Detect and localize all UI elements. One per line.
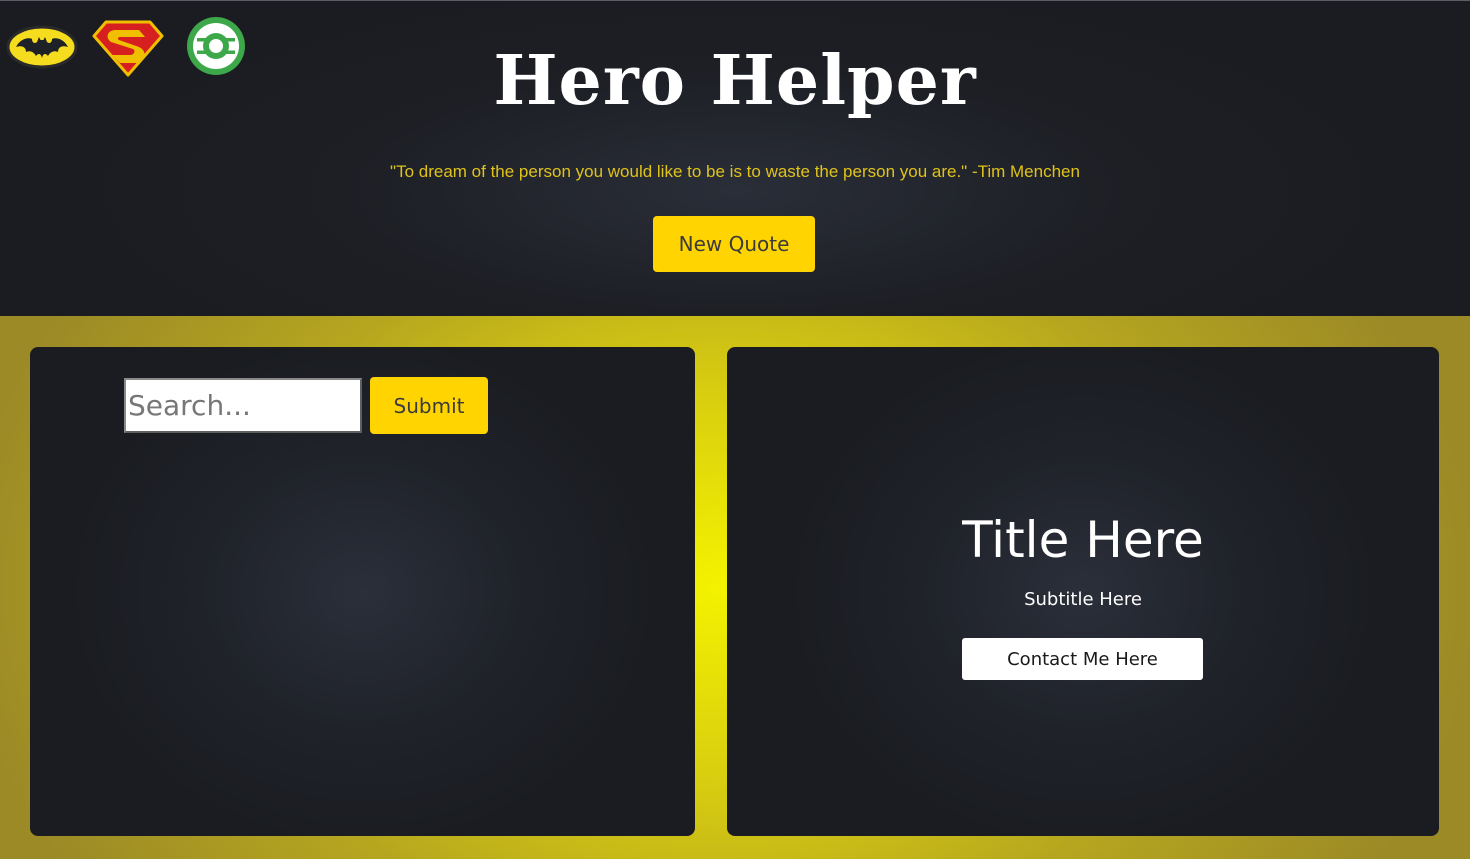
app-title: Hero Helper	[493, 41, 977, 121]
submit-button[interactable]: Submit	[370, 377, 488, 434]
contact-button[interactable]: Contact Me Here	[962, 638, 1203, 680]
page-header: Hero Helper "To dream of the person you …	[0, 0, 1470, 316]
main-content: Submit Title Here Subtitle Here Contact …	[0, 316, 1470, 859]
profile-card: Title Here Subtitle Here Contact Me Here	[727, 347, 1439, 836]
search-input[interactable]	[124, 378, 362, 433]
search-card: Submit	[30, 347, 695, 836]
card-title: Title Here	[962, 511, 1204, 569]
card-subtitle: Subtitle Here	[1024, 589, 1142, 610]
quote-text: "To dream of the person you would like t…	[390, 162, 1080, 181]
new-quote-button[interactable]: New Quote	[653, 216, 815, 272]
